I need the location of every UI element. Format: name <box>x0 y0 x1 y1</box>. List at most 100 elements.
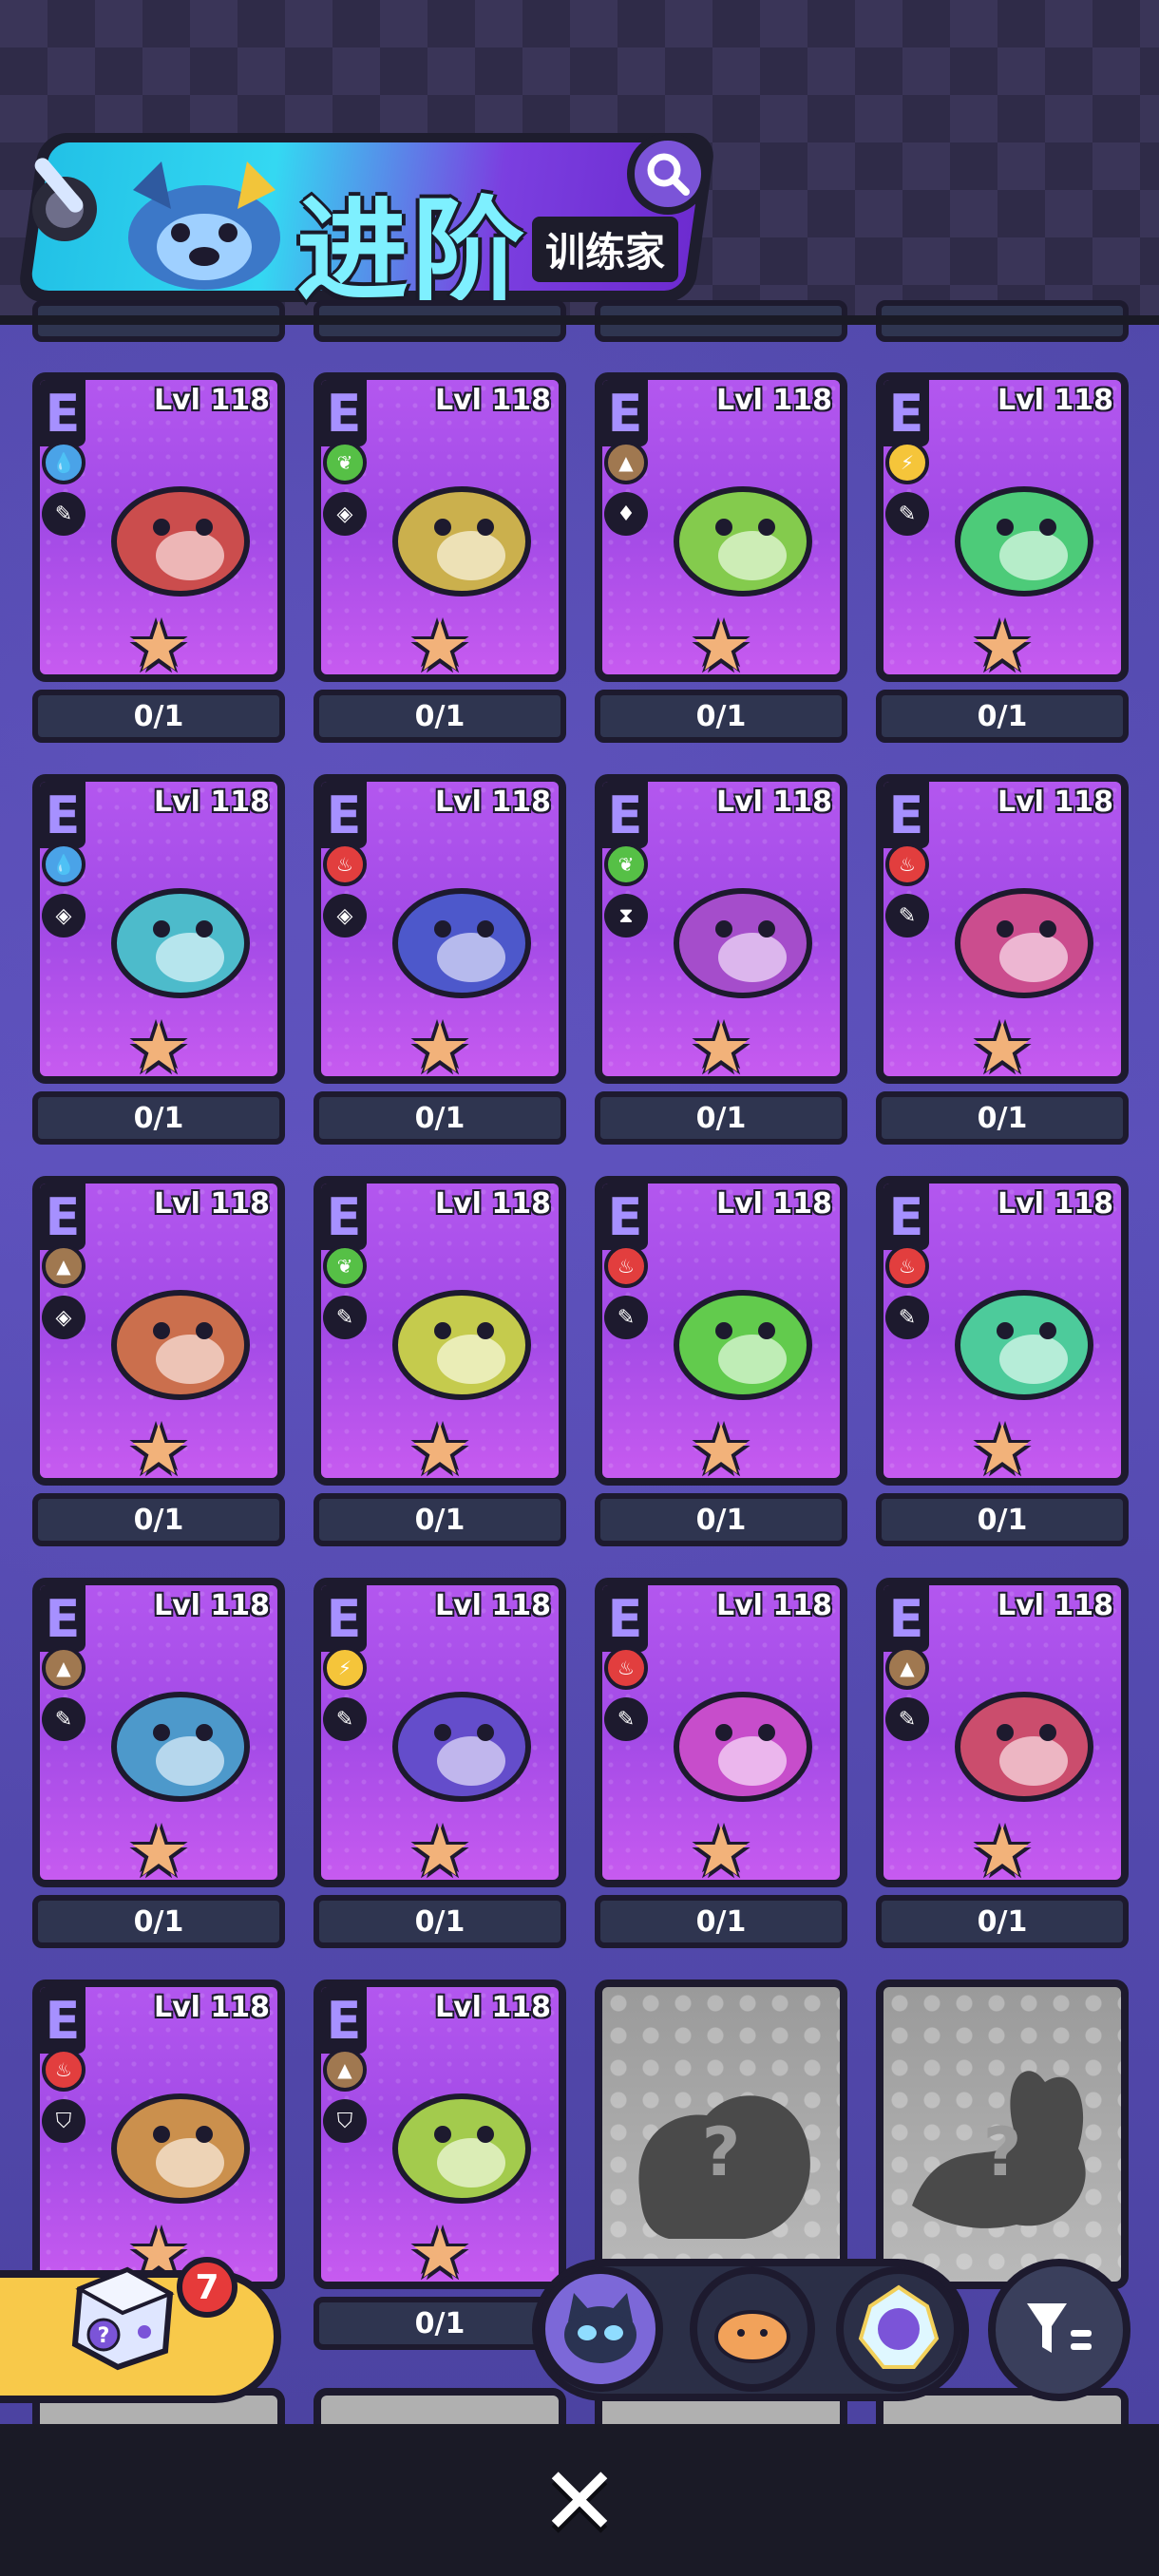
star-icon: ★ <box>127 606 190 682</box>
flask-trait-icon: ⧗ <box>604 894 648 938</box>
grade-badge: E <box>602 1585 648 1652</box>
star-icon: ★ <box>408 2213 471 2289</box>
creature-card[interactable]: E Lvl 118 ⚡ ✎ ★ <box>876 372 1129 682</box>
level-label: Lvl 118 <box>153 1589 270 1622</box>
creature-card[interactable]: E Lvl 118 ▲ ✎ ★ <box>876 1578 1129 1887</box>
eye-trait-icon: ◈ <box>42 894 86 938</box>
creature-card[interactable]: E Lvl 118 ♨ ✎ ★ <box>595 1176 847 1486</box>
creature-card[interactable]: E Lvl 118 ♨ ✎ ★ <box>876 1176 1129 1486</box>
eye-trait-icon: ◈ <box>323 492 367 536</box>
tab-creatures[interactable] <box>538 2266 663 2392</box>
collection-count: 0/1 <box>595 690 847 743</box>
search-button[interactable] <box>627 133 709 215</box>
unknown-mark: ? <box>982 2112 1022 2191</box>
creature-card[interactable]: E Lvl 118 ❦ ✎ ★ <box>314 1176 566 1486</box>
close-button[interactable]: ✕ <box>532 2454 627 2549</box>
page-title: 进阶 <box>296 185 529 316</box>
star-icon: ★ <box>408 1410 471 1486</box>
pin-trait-icon: ✎ <box>885 1296 929 1339</box>
star-icon: ★ <box>971 606 1034 682</box>
collection-count: 0/1 <box>314 690 566 743</box>
pin-trait-icon: ✎ <box>42 1697 86 1741</box>
fire-element-icon: ♨ <box>604 1244 648 1288</box>
grade-badge: E <box>40 782 86 848</box>
rhino-icon <box>955 486 1093 597</box>
creature-card[interactable]: E Lvl 118 ▲ ✎ ★ <box>32 1578 285 1887</box>
lizard-icon <box>674 1692 812 1802</box>
mouse-icon <box>392 2093 531 2204</box>
grade-badge: E <box>884 380 929 446</box>
creature-card[interactable]: E Lvl 118 ♨ ✎ ★ <box>876 774 1129 1084</box>
bulb-trait-icon: ♦ <box>604 492 648 536</box>
eye-trait-icon: ◈ <box>323 894 367 938</box>
tab-crystal[interactable] <box>836 2266 961 2392</box>
creature-card[interactable]: E Lvl 118 ♨ ⛉ ★ <box>32 1979 285 2289</box>
filter-button[interactable] <box>988 2259 1130 2401</box>
level-label: Lvl 118 <box>997 1187 1113 1221</box>
collection-count: 0/1 <box>314 1895 566 1948</box>
creature-card[interactable]: E Lvl 118 💧 ✎ ★ <box>32 372 285 682</box>
collection-count: 0/1 <box>595 1895 847 1948</box>
header-divider-overlay <box>0 315 1159 325</box>
grade-badge: E <box>602 380 648 446</box>
creature-card[interactable]: E Lvl 118 ♨ ✎ ★ <box>595 1578 847 1887</box>
page-subtitle: 训练家 <box>532 217 679 282</box>
star-icon: ★ <box>971 1410 1034 1486</box>
level-label: Lvl 118 <box>153 786 270 819</box>
water-element-icon: 💧 <box>42 843 86 886</box>
shield-trait-icon: ⛉ <box>323 2099 367 2143</box>
creature-card[interactable]: E Lvl 118 ♨ ◈ ★ <box>314 774 566 1084</box>
level-label: Lvl 118 <box>715 1187 832 1221</box>
locked-creature-card[interactable]: ? <box>595 1979 847 2289</box>
grade-badge: E <box>40 1987 86 2054</box>
monkey-icon <box>674 486 812 597</box>
creature-card[interactable]: E Lvl 118 ⚡ ✎ ★ <box>314 1578 566 1887</box>
collection-count: 0/1 <box>595 1091 847 1145</box>
level-label: Lvl 118 <box>153 384 270 417</box>
creature-card[interactable]: E Lvl 118 ❦ ◈ ★ <box>314 372 566 682</box>
collection-count: 0/1 <box>876 1091 1129 1145</box>
level-label: Lvl 118 <box>153 1991 270 2024</box>
tab-food[interactable] <box>690 2266 815 2392</box>
creature-card[interactable]: E Lvl 118 ❦ ⧗ ★ <box>595 774 847 1084</box>
pin-trait-icon: ✎ <box>604 1697 648 1741</box>
star-icon: ★ <box>127 1008 190 1084</box>
pin-trait-icon: ✎ <box>885 894 929 938</box>
level-label: Lvl 118 <box>153 1187 270 1221</box>
grade-badge: E <box>321 1585 367 1652</box>
level-label: Lvl 118 <box>997 384 1113 417</box>
creature-card[interactable]: E Lvl 118 ▲ ♦ ★ <box>595 372 847 682</box>
grade-badge: E <box>884 782 929 848</box>
collection-count: 0/1 <box>876 690 1129 743</box>
filter-icon <box>1027 2303 1092 2353</box>
creature-card[interactable]: E Lvl 118 ▲ ⛉ ★ <box>314 1979 566 2289</box>
star-icon: ★ <box>127 1811 190 1887</box>
fire-element-icon: ♨ <box>885 843 929 886</box>
star-icon: ★ <box>690 606 752 682</box>
chameleon-icon <box>111 888 250 998</box>
cat-face-icon <box>564 2293 636 2363</box>
grass-element-icon: ❦ <box>323 1244 367 1288</box>
grade-badge: E <box>40 1585 86 1652</box>
creature-card[interactable]: E Lvl 118 💧 ◈ ★ <box>32 774 285 1084</box>
fox-icon <box>674 1290 812 1400</box>
search-icon <box>647 153 690 196</box>
star-icon: ★ <box>690 1811 752 1887</box>
collection-count: 0/1 <box>32 1091 285 1145</box>
fire-element-icon: ♨ <box>885 1244 929 1288</box>
collection-count: 0/1 <box>876 1493 1129 1546</box>
snail-icon <box>111 1692 250 1802</box>
bread-icon <box>714 2310 790 2363</box>
seed-icon <box>392 1290 531 1400</box>
tiger-icon <box>392 888 531 998</box>
grade-badge: E <box>602 1184 648 1250</box>
level-label: Lvl 118 <box>997 786 1113 819</box>
star-icon: ★ <box>971 1008 1034 1084</box>
collection-count: 0/1 <box>314 2297 566 2350</box>
level-label: Lvl 118 <box>997 1589 1113 1622</box>
creature-card[interactable]: E Lvl 118 ▲ ◈ ★ <box>32 1176 285 1486</box>
collection-count: 0/1 <box>314 1091 566 1145</box>
locked-creature-card[interactable]: ? <box>876 1979 1129 2289</box>
dice-question-mark: ? <box>98 2324 110 2348</box>
fire-element-icon: ♨ <box>42 2048 86 2092</box>
